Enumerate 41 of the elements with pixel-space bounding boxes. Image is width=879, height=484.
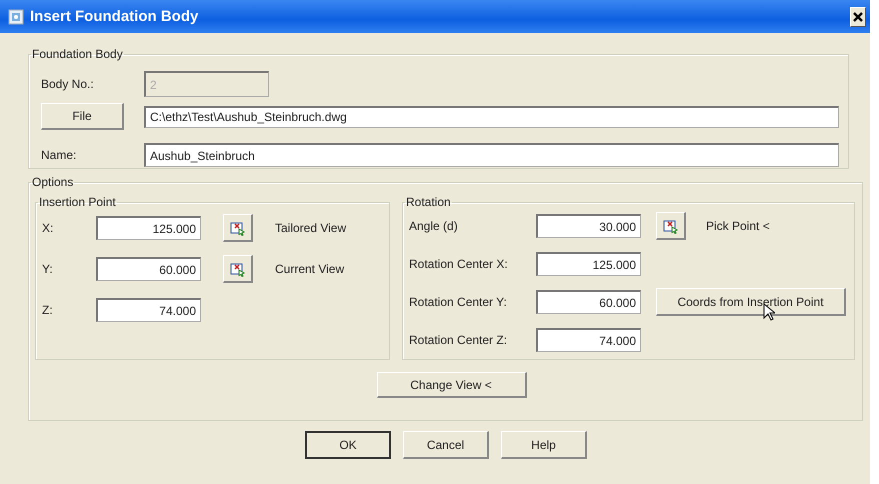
field-label: Body No.:	[41, 77, 95, 91]
rotation-label: Rotation Center Z:	[409, 333, 508, 347]
app-icon	[8, 8, 24, 24]
coordinate-label: Y:	[42, 262, 54, 276]
group-label: Insertion Point	[38, 195, 117, 209]
close-icon	[853, 12, 863, 22]
rotation-label: Angle (d)	[409, 219, 459, 233]
group-label: Foundation Body	[31, 47, 124, 61]
close-button[interactable]	[850, 6, 866, 26]
pick-icon	[230, 220, 246, 236]
pick-icon	[662, 218, 678, 234]
change-view-button[interactable]: Change View <	[376, 372, 526, 398]
pick-button[interactable]	[656, 212, 686, 240]
group-label: Rotation	[405, 195, 452, 209]
coordinate-label: Z:	[42, 303, 54, 317]
file-path-field[interactable]: C:\ethz\Test\Aushub_Steinbruch.dwg	[144, 106, 839, 128]
name-field[interactable]: Aushub_Steinbruch	[144, 143, 839, 167]
rotation-field[interactable]: 30.000	[536, 214, 641, 238]
coordinate-field[interactable]: 74.000	[96, 298, 201, 322]
view-label: Tailored View	[275, 221, 346, 235]
file-button[interactable]: File	[41, 103, 124, 130]
coordinate-field[interactable]: 60.000	[96, 257, 201, 281]
view-label: Current View	[275, 262, 344, 276]
window-title: Insert Foundation Body	[30, 8, 200, 25]
rotation-field[interactable]: 60.000	[536, 290, 641, 314]
dialog-button[interactable]: OK	[305, 431, 391, 459]
pick-point-label: Pick Point <	[706, 219, 770, 233]
rotation-field[interactable]: 125.000	[536, 252, 641, 276]
pick-button[interactable]	[223, 214, 253, 242]
dialog-button[interactable]: Cancel	[403, 431, 489, 459]
group-label: Options	[31, 175, 74, 189]
rotation-label: Rotation Center Y:	[409, 295, 508, 309]
pick-button[interactable]	[223, 255, 253, 283]
rotation-label: Rotation Center X:	[409, 257, 509, 271]
dialog-button[interactable]: Help	[501, 431, 587, 459]
coordinate-field[interactable]: 125.000	[96, 216, 201, 240]
rotation-field[interactable]: 74.000	[536, 328, 641, 352]
coords-button[interactable]: Coords from Insertion Point	[656, 288, 846, 316]
pick-icon	[230, 260, 246, 276]
field-label: Name:	[41, 148, 78, 162]
coordinate-label: X:	[42, 221, 54, 235]
